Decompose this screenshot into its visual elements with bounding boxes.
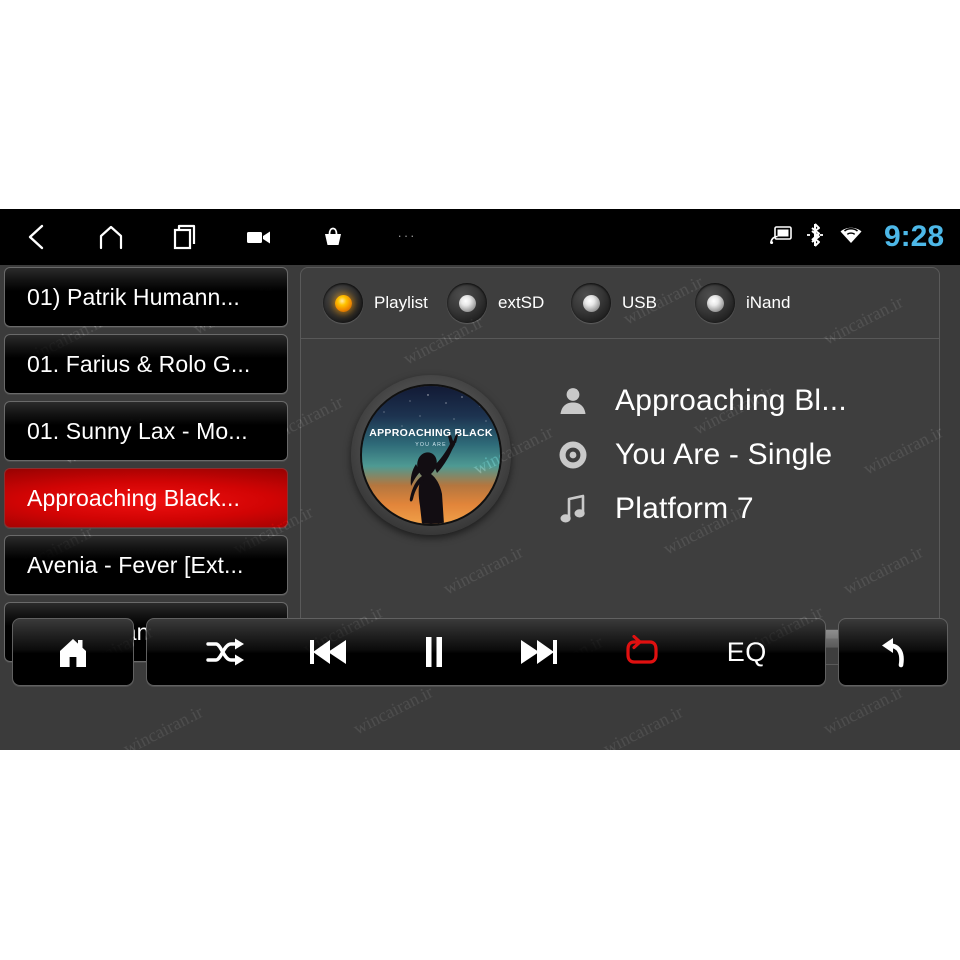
- bag-icon[interactable]: [296, 209, 370, 265]
- status-icon-tray: 9:28: [770, 209, 944, 265]
- next-track-button[interactable]: [495, 619, 581, 685]
- source-option-inand[interactable]: iNand: [695, 283, 819, 323]
- radio-led-icon: [323, 283, 363, 323]
- playlist-item-label: 01. Farius & Rolo G...: [27, 350, 251, 377]
- video-camera-icon[interactable]: [222, 209, 296, 265]
- overflow-menu-icon[interactable]: ···: [370, 209, 444, 265]
- playlist-item-label: 01) Patrik Humann...: [27, 283, 240, 310]
- navigation-bar: ···: [0, 209, 444, 265]
- shuffle-button[interactable]: [182, 619, 268, 685]
- playlist-item-label: Approaching Black...: [27, 484, 240, 511]
- bluetooth-icon: [806, 222, 824, 253]
- source-label: iNand: [746, 293, 791, 312]
- music-note-icon: [553, 492, 593, 526]
- album-disc-icon: [553, 439, 593, 471]
- source-option-extsd[interactable]: extSD: [447, 283, 571, 323]
- eq-label: EQ: [726, 636, 767, 667]
- transport-controls: EQ: [146, 618, 826, 686]
- source-label: USB: [622, 293, 657, 312]
- source-option-playlist[interactable]: Playlist: [323, 283, 447, 323]
- source-label: Playlist: [374, 293, 428, 312]
- back-icon[interactable]: [0, 209, 74, 265]
- overflow-dots: ···: [397, 227, 417, 243]
- status-bar: ··· 9:28: [0, 209, 960, 265]
- artist-icon: [553, 384, 593, 418]
- pause-button[interactable]: [391, 619, 477, 685]
- svg-text:YOU ARE: YOU ARE: [415, 442, 446, 448]
- status-clock: 9:28: [883, 220, 944, 253]
- album-art-bezel[interactable]: APPROACHING BLACK YOU ARE: [351, 375, 511, 535]
- radio-led-icon: [447, 283, 487, 323]
- eq-button[interactable]: EQ: [704, 619, 790, 685]
- source-selector: Playlist extSD USB iNand: [301, 268, 939, 339]
- cast-icon: [770, 225, 792, 249]
- svg-text:APPROACHING BLACK: APPROACHING BLACK: [369, 427, 493, 439]
- home-icon[interactable]: [74, 209, 148, 265]
- playlist-item-label: Avenia - Fever [Ext...: [27, 551, 244, 578]
- track-name: Platform 7: [615, 492, 754, 525]
- control-bar: EQ: [0, 613, 960, 691]
- player-panel: Playlist extSD USB iNand APPROACHING BLA…: [300, 267, 940, 665]
- list-item-selected[interactable]: Approaching Black...: [4, 468, 288, 528]
- artist-name: Approaching Bl...: [615, 384, 847, 417]
- wifi-icon: [838, 224, 864, 251]
- previous-track-button[interactable]: [286, 619, 372, 685]
- playlist-item-label: 01. Sunny Lax - Mo...: [27, 417, 248, 444]
- source-option-usb[interactable]: USB: [571, 283, 695, 323]
- recent-apps-icon[interactable]: [148, 209, 222, 265]
- track-metadata: Approaching Bl... You Are - Single Platf…: [553, 384, 939, 526]
- album-name: You Are - Single: [615, 438, 833, 471]
- album-art: APPROACHING BLACK YOU ARE: [360, 384, 502, 526]
- repeat-button[interactable]: [599, 619, 685, 685]
- now-playing: APPROACHING BLACK YOU ARE Approaching Bl…: [301, 339, 939, 571]
- playlist-panel[interactable]: 01) Patrik Humann... 01. Farius & Rolo G…: [4, 267, 288, 665]
- metadata-artist-row: Approaching Bl...: [553, 384, 939, 418]
- home-button[interactable]: [12, 618, 134, 686]
- source-label: extSD: [498, 293, 545, 312]
- list-item[interactable]: 01. Sunny Lax - Mo...: [4, 401, 288, 461]
- metadata-album-row: You Are - Single: [553, 438, 939, 472]
- back-button[interactable]: [838, 618, 948, 686]
- list-item[interactable]: 01. Farius & Rolo G...: [4, 334, 288, 394]
- metadata-track-row: Platform 7: [553, 492, 939, 526]
- list-item[interactable]: 01) Patrik Humann...: [4, 267, 288, 327]
- radio-led-icon: [571, 283, 611, 323]
- head-unit-screen: ··· 9:28 01) Patrik Humann... 01. Farius…: [0, 209, 960, 750]
- radio-led-icon: [695, 283, 735, 323]
- list-item[interactable]: Avenia - Fever [Ext...: [4, 535, 288, 595]
